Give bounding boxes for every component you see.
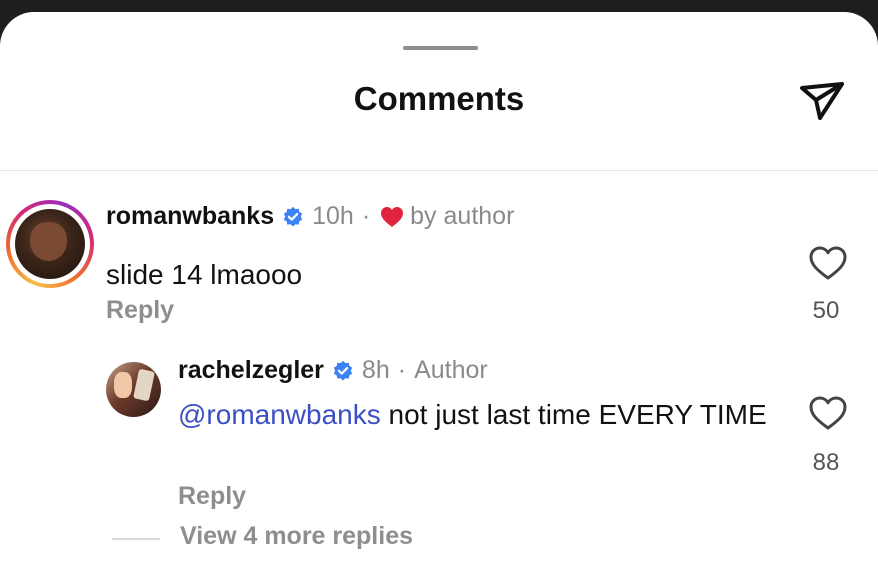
separator: · — [397, 356, 407, 384]
comment-text: slide 14 lmaooo — [106, 259, 303, 290]
page-title: Comments — [353, 80, 525, 117]
view-more-replies-button[interactable]: View 4 more replies — [180, 522, 413, 551]
heart-outline-icon[interactable] — [808, 394, 848, 432]
comment-time: 10h — [312, 202, 354, 230]
heart-icon — [381, 206, 404, 227]
comments-sheet: Comments romanwbanks 10h · by author sli… — [0, 12, 878, 580]
reply-button[interactable]: Reply — [106, 296, 174, 325]
header-divider — [0, 170, 878, 171]
comment-time: 8h — [361, 356, 390, 384]
paper-plane-icon[interactable] — [796, 74, 848, 126]
separator: · — [361, 202, 371, 230]
comment-header: romanwbanks 10h · by author — [106, 202, 514, 231]
comment-username[interactable]: romanwbanks — [106, 202, 274, 231]
liked-by-author-label: by author — [410, 202, 515, 230]
drag-handle[interactable] — [403, 46, 478, 50]
reply-text: not just last time EVERY TIME — [380, 399, 767, 430]
avatar[interactable] — [6, 200, 94, 288]
replies-divider-line — [112, 538, 160, 540]
comment-header: rachelzegler 8h · Author — [178, 356, 488, 385]
verified-badge-icon — [333, 360, 353, 380]
comment-username[interactable]: rachelzegler — [178, 356, 324, 385]
comment-text: @romanwbanks not just last time EVERY TI… — [178, 396, 778, 434]
avatar[interactable] — [106, 362, 161, 417]
like-count: 50 — [812, 297, 840, 324]
author-badge: Author — [414, 356, 488, 384]
heart-outline-icon[interactable] — [808, 244, 848, 282]
like-count: 88 — [812, 449, 840, 476]
mention-link[interactable]: @romanwbanks — [178, 399, 381, 430]
verified-badge-icon — [283, 206, 303, 226]
reply-button[interactable]: Reply — [178, 482, 246, 511]
